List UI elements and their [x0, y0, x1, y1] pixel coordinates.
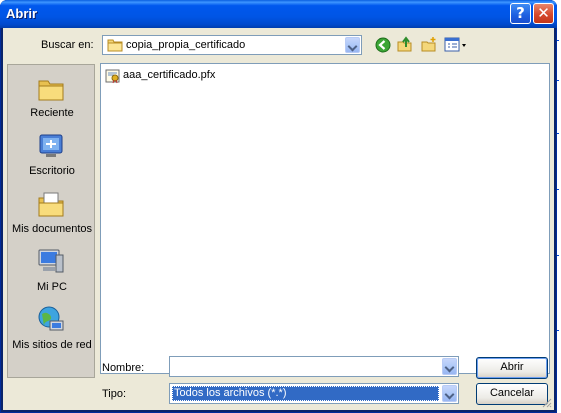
- new-folder-icon[interactable]: [421, 36, 437, 52]
- desktop-icon: [39, 134, 63, 157]
- chevron-down-icon[interactable]: [345, 37, 360, 53]
- recent-icon: [38, 80, 64, 101]
- my-computer-icon: [38, 249, 64, 273]
- window-title: Abrir: [6, 6, 38, 21]
- place-network[interactable]: Mis sitios de red: [8, 305, 96, 359]
- close-button[interactable]: ✕: [533, 3, 554, 24]
- my-documents-icon: [38, 192, 64, 217]
- certificate-file-icon: [105, 69, 120, 84]
- resize-grip-icon[interactable]: [541, 397, 552, 408]
- place-my-computer[interactable]: Mi PC: [8, 247, 96, 299]
- open-button[interactable]: Abrir: [476, 357, 548, 379]
- file-type-combobox[interactable]: Todos los archivos (*.*): [169, 383, 459, 404]
- place-my-documents[interactable]: Mis documentos: [8, 189, 96, 241]
- open-dialog-window: Abrir ? ✕ Buscar en: copia_propia_certif…: [0, 0, 557, 413]
- place-recent[interactable]: Reciente: [8, 73, 96, 125]
- chevron-down-icon[interactable]: [442, 385, 457, 402]
- file-list[interactable]: aaa_certificado.pfx: [100, 63, 550, 374]
- cancel-button[interactable]: Cancelar: [476, 383, 548, 405]
- place-label: Reciente: [30, 107, 74, 119]
- help-button[interactable]: ?: [510, 3, 531, 24]
- back-icon[interactable]: [375, 37, 391, 53]
- file-type-label: Tipo:: [102, 388, 127, 400]
- file-name-label: Nombre:: [102, 362, 145, 374]
- place-desktop[interactable]: Escritorio: [8, 131, 96, 183]
- place-label: Mi PC: [37, 281, 67, 293]
- look-in-value: copia_propia_certificado: [126, 39, 246, 51]
- look-in-label: Buscar en:: [41, 39, 94, 51]
- places-bar: Reciente Escritorio Mis documentos Mi PC…: [7, 64, 95, 378]
- network-places-icon: [38, 306, 64, 331]
- place-label: Mis documentos: [11, 223, 93, 235]
- file-name: aaa_certificado.pfx: [123, 69, 216, 81]
- background-strip: [557, 0, 561, 413]
- chevron-down-icon[interactable]: [442, 358, 457, 375]
- folder-icon: [107, 39, 123, 52]
- place-label: Escritorio: [29, 165, 75, 177]
- file-type-value: Todos los archivos (*.*): [172, 386, 439, 401]
- up-folder-icon[interactable]: [397, 36, 413, 52]
- look-in-combobox[interactable]: copia_propia_certificado: [102, 35, 362, 55]
- views-menu-icon[interactable]: [444, 37, 468, 53]
- place-label: Mis sitios de red: [12, 339, 92, 351]
- title-bar[interactable]: Abrir ? ✕: [0, 0, 557, 28]
- file-name-combobox[interactable]: [169, 356, 459, 377]
- dialog-body: Buscar en: copia_propia_certificado Reci…: [3, 28, 554, 410]
